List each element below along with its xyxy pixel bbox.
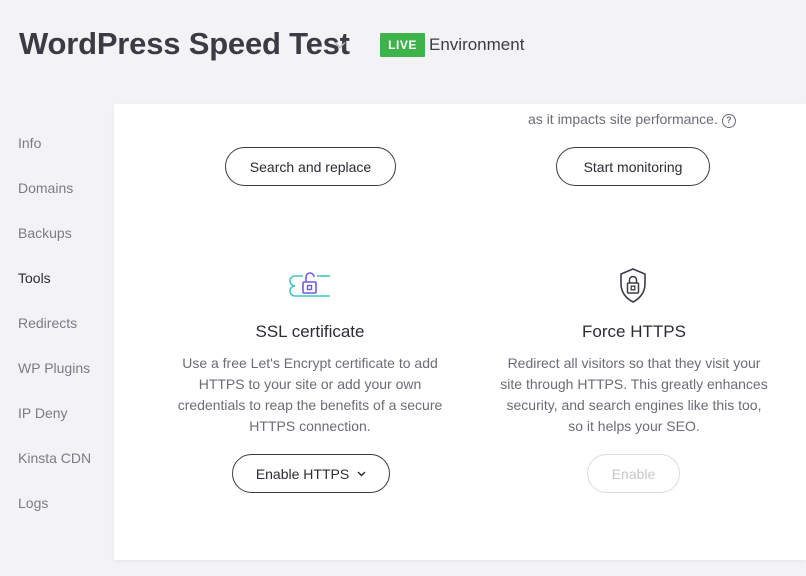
tools-panel: as it impacts site performance.? Search … — [114, 104, 806, 560]
sidebar-item-redirects[interactable]: Redirects — [18, 315, 77, 339]
site-header: WordPress Speed Test LIVE Environment — [0, 0, 806, 104]
sidebar-item-tools[interactable]: Tools — [18, 270, 51, 294]
start-monitoring-button[interactable]: Start monitoring — [556, 147, 710, 186]
enable-https-label: Enable HTTPS — [255, 465, 350, 482]
sidebar-item-domains[interactable]: Domains — [18, 180, 73, 204]
environment-label: Environment — [429, 35, 525, 54]
site-title[interactable]: WordPress Speed Test — [19, 26, 350, 62]
force-https-title: Force HTTPS — [582, 322, 686, 341]
sidebar-nav: Info Domains Backups Tools Redirects WP … — [0, 104, 114, 576]
sidebar-item-kinsta-cdn[interactable]: Kinsta CDN — [18, 450, 91, 474]
shield-lock-icon — [620, 268, 646, 303]
search-and-replace-button[interactable]: Search and replace — [225, 147, 396, 186]
ssl-certificate-title: SSL certificate — [255, 322, 365, 341]
enable-force-https-button[interactable]: Enable — [587, 454, 680, 493]
help-icon[interactable]: ? — [721, 114, 736, 128]
sidebar-item-ip-deny[interactable]: IP Deny — [18, 405, 68, 429]
chevron-down-icon — [357, 471, 366, 477]
live-badge: LIVE — [380, 33, 425, 57]
enable-https-button[interactable]: Enable HTTPS — [232, 454, 390, 493]
ssl-certificate-description: Use a free Let's Encrypt certificate to … — [177, 355, 443, 434]
sidebar-item-wp-plugins[interactable]: WP Plugins — [18, 360, 90, 384]
sidebar-item-info[interactable]: Info — [18, 135, 41, 159]
sidebar-item-logs[interactable]: Logs — [18, 495, 48, 519]
force-https-description: Redirect all visitors so that they visit… — [500, 355, 768, 434]
sidebar-item-backups[interactable]: Backups — [18, 225, 72, 249]
monitoring-description: as it impacts site performance.? — [528, 111, 736, 128]
ssl-lock-icon — [289, 272, 330, 297]
chevron-down-icon[interactable] — [333, 38, 347, 52]
